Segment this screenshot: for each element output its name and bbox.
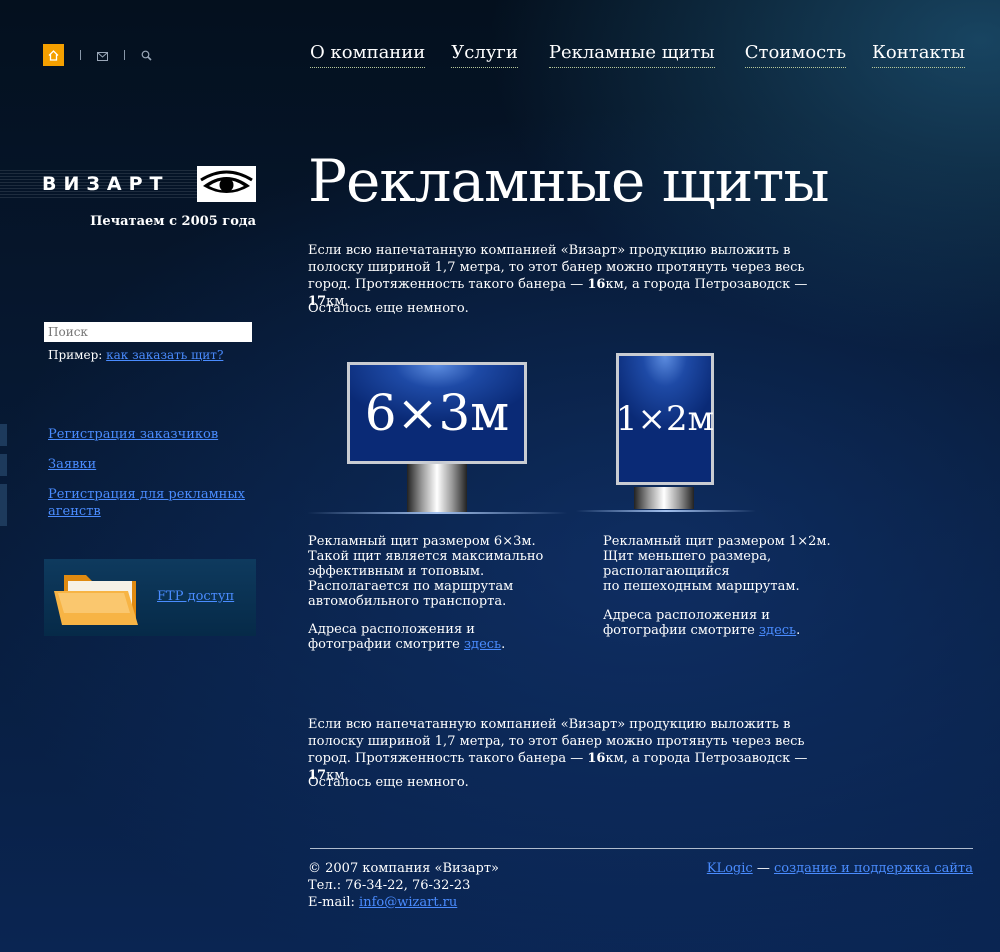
side-tab-mark [0,454,7,476]
search-example: Пример: как заказать щит? [48,348,223,362]
logo-tagline: Печатаем с 2005 года [90,214,256,229]
logo-text: ВИЗАРТ [42,173,170,195]
intro-number-banner: 16 [587,751,606,766]
billboard-address: Адреса расположения и фотографии смотрит… [603,608,833,638]
intro-number-banner: 16 [587,277,606,292]
ftp-access-box[interactable]: FTP доступ [44,559,256,636]
desc-line: автомобильного транспорта. [308,594,507,609]
nav-item-services[interactable]: Услуги [451,42,518,68]
top-icon-bar [43,44,152,66]
billboard-address: Адреса расположения и фотографии смотрит… [308,622,538,652]
footer-contacts: © 2007 компания «Визарт» Тел.: 76-34-22,… [308,860,499,911]
address-end: . [796,623,801,638]
address-text: Адреса расположения и фотографии смотрит… [308,622,475,652]
nav-item-contacts[interactable]: Контакты [872,42,965,68]
address-link[interactable]: здесь [759,623,796,638]
billboard-6x3-description: Рекламный щит размером 6×3м. Такой щит я… [308,534,588,652]
icon-separator [124,50,125,60]
desc-line: Рекламный щит размером 6×3м. [308,534,536,549]
billboard-size-label: 1×2м [615,399,715,439]
nav-item-billboards[interactable]: Рекламные щиты [548,42,715,68]
logo[interactable]: ВИЗАРТ [0,166,256,202]
intro-text-mid: км, а города Петрозаводск — [605,751,808,766]
search-example-link[interactable]: как заказать щит? [106,348,223,362]
footer-email: E-mail: info@wizart.ru [308,894,499,911]
billboard-face: 6×3м [347,362,527,464]
footer-dev-separator: — [752,861,774,876]
ftp-link[interactable]: FTP доступ [157,589,234,604]
search-icon[interactable] [141,46,152,65]
footer-email-label: E-mail: [308,895,355,910]
icon-separator [80,50,81,60]
billboard-1x2-description: Рекламный щит размером 1×2м. Щит меньшег… [603,534,893,638]
address-link[interactable]: здесь [464,637,501,652]
billboard-1x2: 1×2м [576,353,756,518]
billboard-size-label: 6×3м [364,384,510,442]
side-tab-mark [0,484,7,526]
side-tab-mark [0,424,7,446]
intro-remain: Осталось еще немного. [308,301,469,316]
billboard-face: 1×2м [616,353,714,485]
footer-dev-text-link[interactable]: создание и поддержка сайта [774,861,973,876]
footer-dev-link[interactable]: KLogic [707,861,753,876]
search-example-label: Пример: [48,348,103,362]
footer-divider [310,848,973,849]
billboard-post [407,464,467,512]
folder-icon [54,575,138,625]
desc-line: Располагается по маршрутам [308,579,514,594]
address-text: Адреса расположения и фотографии смотрит… [603,608,770,638]
nav-item-company[interactable]: О компании [310,42,426,68]
intro-remain-bottom: Осталось еще немного. [308,775,469,790]
address-end: . [501,637,506,652]
main-nav: О компании Услуги Рекламные щиты Стоимос… [310,42,965,68]
desc-line: Такой щит является максимально [308,549,544,564]
sidebar-link-customer-registration[interactable]: Регистрация заказчиков [48,426,258,443]
billboard-6x3: 6×3м [307,362,567,522]
eye-icon [197,166,256,202]
home-icon[interactable] [43,44,64,66]
desc-line: эффективным и топовым. [308,564,485,579]
desc-line: Щит меньшего размера, располагающийся [603,549,772,579]
footer-phone-value: 76-34-22, 76-32-23 [345,878,471,893]
page-title: Рекламные щиты [308,147,830,215]
search-input[interactable] [44,322,252,342]
sidebar-link-requests[interactable]: Заявки [48,456,258,473]
sidebar-link-agency-registration[interactable]: Регистрация для рекламных агенств [48,486,258,520]
footer-developer: KLogic — создание и поддержка сайта [707,860,973,877]
footer-copyright: © 2007 компания «Визарт» [308,861,499,876]
mail-icon[interactable] [97,46,108,65]
billboard-glow [307,512,567,514]
footer-phone: Тел.: 76-34-22, 76-32-23 [308,877,499,894]
billboard-glow [576,510,756,512]
desc-line: Рекламный щит размером 1×2м. [603,534,831,549]
nav-item-prices[interactable]: Стоимость [744,42,846,68]
intro-text-mid: км, а города Петрозаводск — [605,277,808,292]
desc-line: по пешеходным маршрутам. [603,579,800,594]
footer-email-link[interactable]: info@wizart.ru [359,895,457,910]
billboard-post [634,487,694,509]
sidebar-links: Регистрация заказчиков Заявки Регистраци… [48,426,258,520]
footer-phone-label: Тел.: [308,878,342,893]
